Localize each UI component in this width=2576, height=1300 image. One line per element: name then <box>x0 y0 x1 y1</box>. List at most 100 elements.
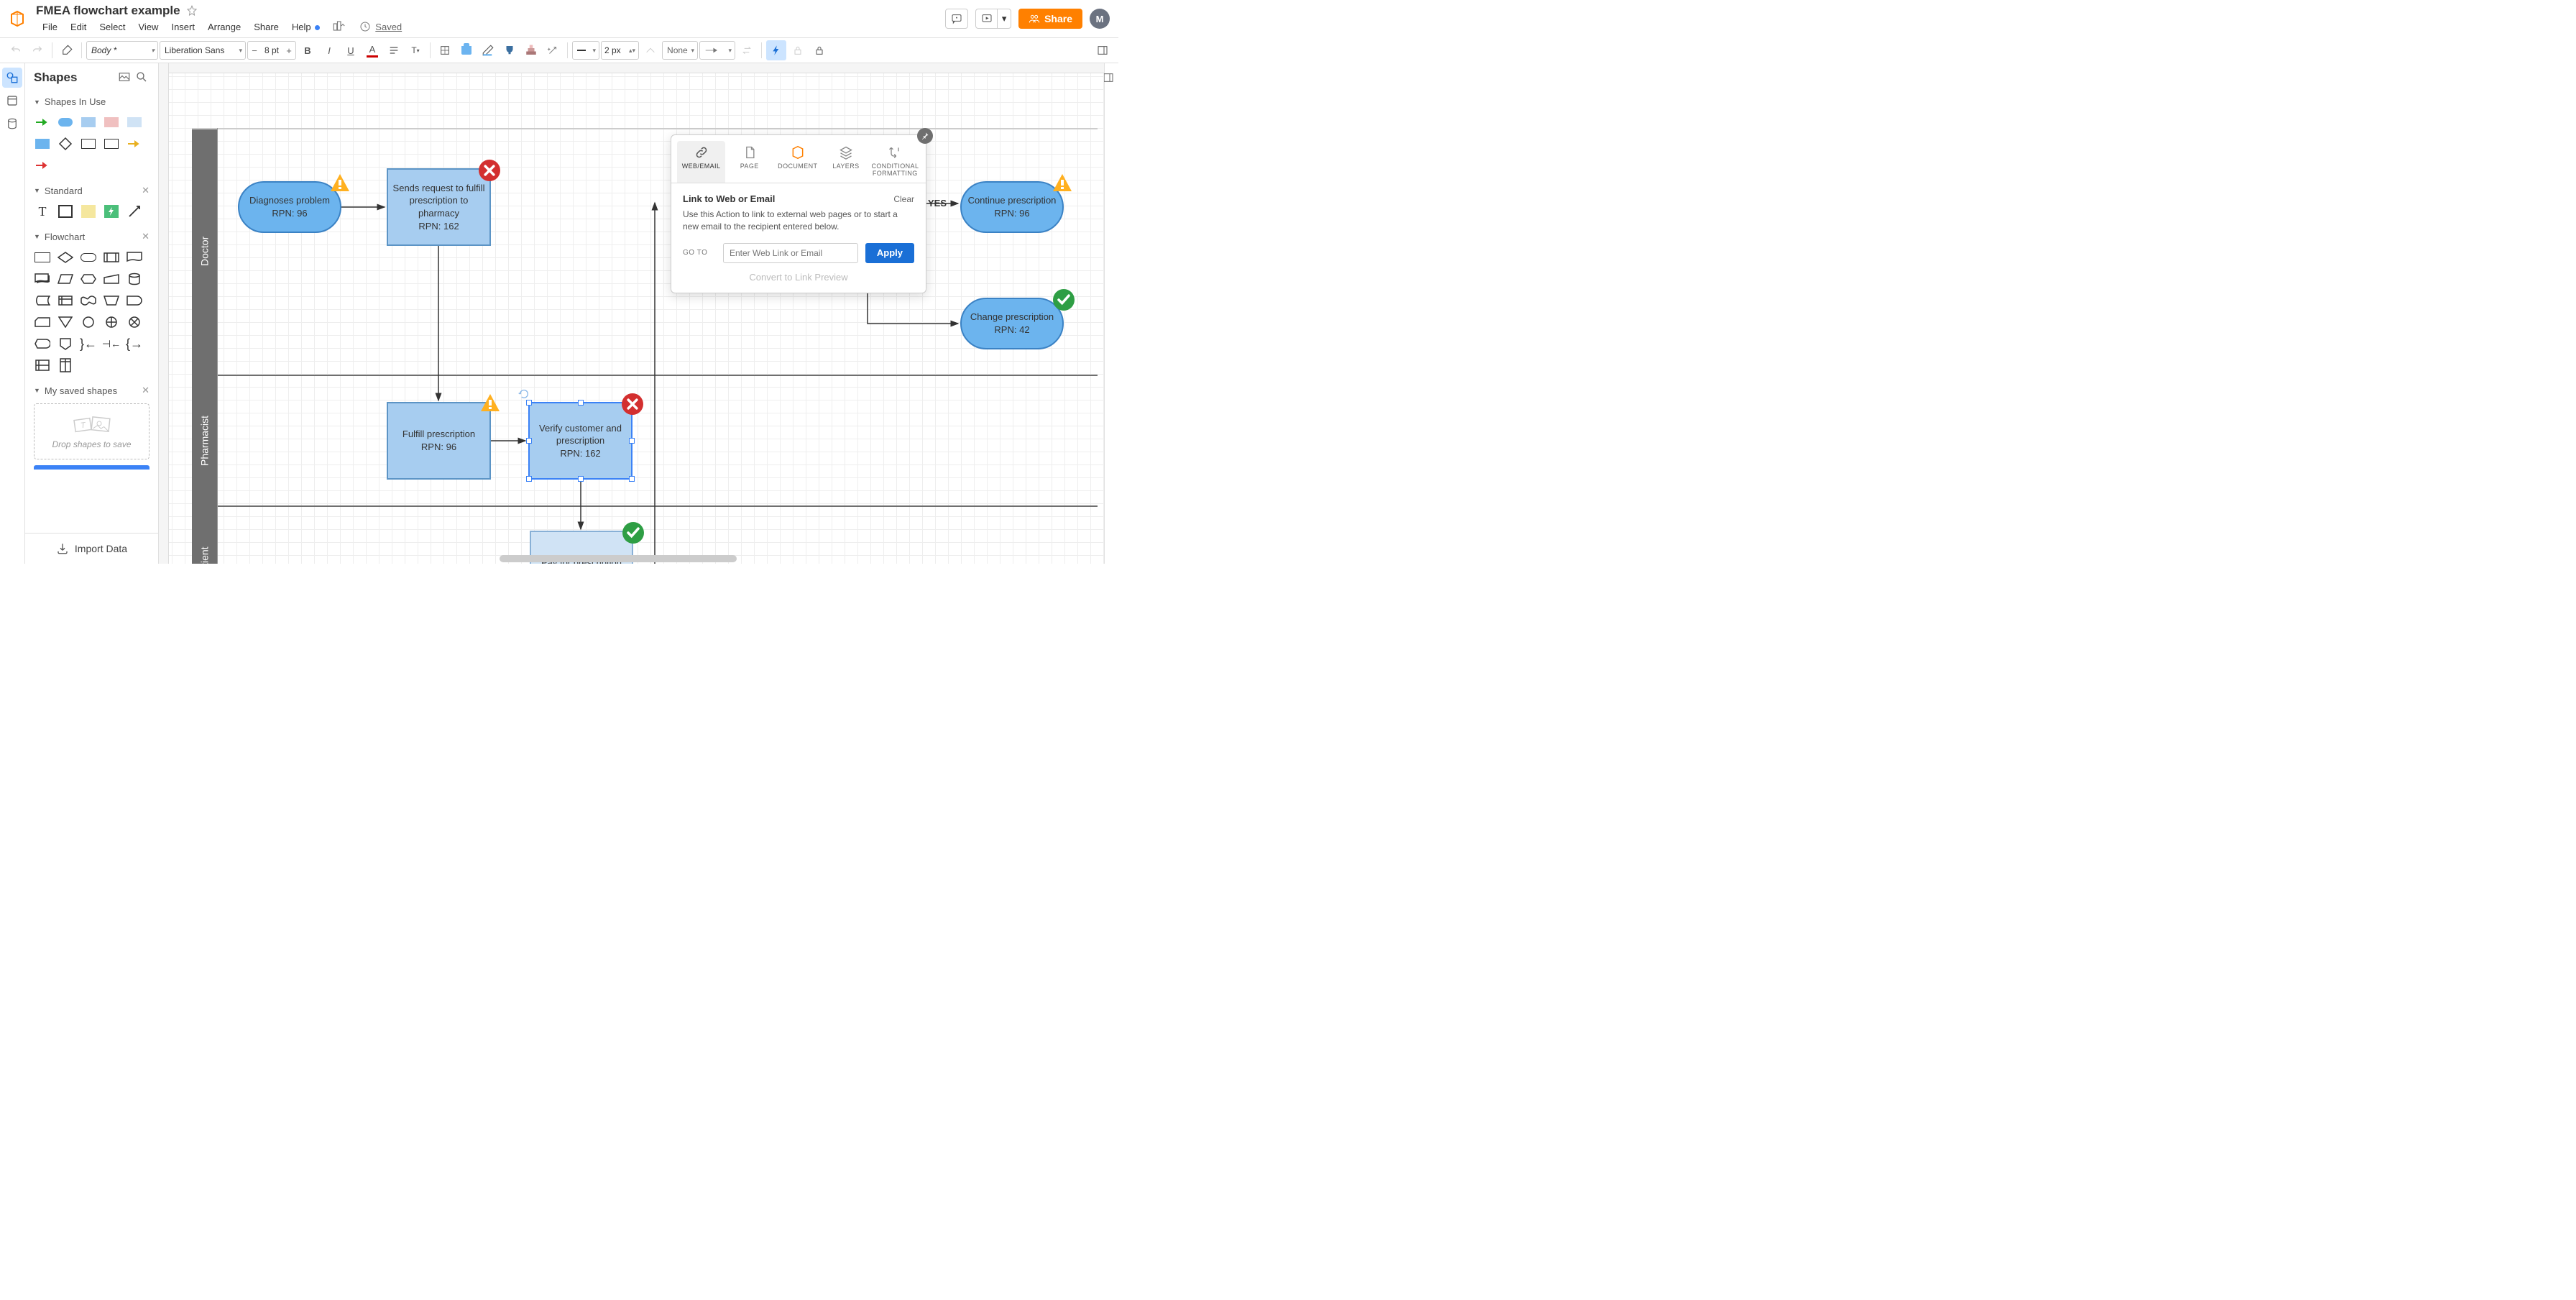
fc-predefined[interactable] <box>103 250 120 265</box>
close-flowchart-icon[interactable]: ✕ <box>142 231 150 242</box>
border-color-button[interactable] <box>478 40 498 60</box>
redo-button[interactable] <box>27 40 47 60</box>
fc-or[interactable] <box>103 314 120 330</box>
comment-button[interactable] <box>945 9 968 29</box>
popover-pin-icon[interactable] <box>917 128 933 144</box>
underline-button[interactable]: U <box>341 40 361 60</box>
align-button[interactable] <box>384 40 404 60</box>
lock-button[interactable] <box>788 40 808 60</box>
menu-insert[interactable]: Insert <box>165 20 201 34</box>
section-shapes-in-use[interactable]: ▼Shapes In Use <box>28 92 155 111</box>
shape-diamond[interactable] <box>57 136 74 152</box>
horizontal-scrollbar[interactable] <box>500 555 737 562</box>
swimlane-pharmacist[interactable]: Pharmacist <box>192 376 217 505</box>
node-diagnose[interactable]: Diagnoses problemRPN: 96 <box>238 181 341 233</box>
popover-url-input[interactable] <box>723 243 858 263</box>
import-data-button[interactable]: Import Data <box>25 533 158 564</box>
line-width-select[interactable]: 2 px▴▾ <box>601 41 639 60</box>
drop-shapes-zone[interactable]: T Drop shapes to save <box>34 403 150 459</box>
favorite-star-icon[interactable] <box>186 5 198 17</box>
section-saved-shapes[interactable]: ▼My saved shapes✕ <box>28 380 155 400</box>
font-style-select[interactable]: Body * <box>86 41 158 60</box>
popover-clear-button[interactable]: Clear <box>893 194 914 204</box>
fc-merge[interactable] <box>57 314 74 330</box>
menu-select[interactable]: Select <box>93 20 132 34</box>
shape-rect-filled[interactable] <box>34 136 51 152</box>
section-flowchart[interactable]: ▼Flowchart✕ <box>28 226 155 247</box>
node-continue[interactable]: Continue prescriptionRPN: 96 <box>960 181 1064 233</box>
shape-line-arrow[interactable] <box>126 203 143 219</box>
fc-manual-input[interactable] <box>103 271 120 287</box>
present-dropdown-icon[interactable]: ▾ <box>998 9 1011 28</box>
rail-shapes-icon[interactable] <box>2 68 22 88</box>
node-change[interactable]: Change prescriptionRPN: 42 <box>960 298 1064 349</box>
shape-rect-blue[interactable] <box>80 114 97 130</box>
swimlane-patient[interactable]: Patient <box>192 507 217 564</box>
font-family-select[interactable]: Liberation Sans <box>160 41 246 60</box>
popover-convert-link[interactable]: Convert to Link Preview <box>683 272 914 283</box>
shape-rect-pink[interactable] <box>103 114 120 130</box>
saved-label[interactable]: Saved <box>375 22 402 32</box>
swap-arrows-button[interactable] <box>737 40 757 60</box>
menu-file[interactable]: File <box>36 20 64 34</box>
shape-terminator-blue[interactable] <box>57 114 74 130</box>
font-size-decrease[interactable]: − <box>248 45 261 56</box>
fc-multidoc[interactable] <box>34 271 51 287</box>
fc-database[interactable] <box>126 271 143 287</box>
sel-handle-w[interactable] <box>526 438 532 444</box>
popover-tab-conditional[interactable]: CONDITIONAL FORMATTING <box>870 141 920 183</box>
document-title[interactable]: FMEA flowchart example <box>36 4 180 18</box>
menu-arrange[interactable]: Arrange <box>201 20 247 34</box>
search-shapes-icon[interactable] <box>135 70 150 85</box>
user-avatar[interactable]: M <box>1090 9 1110 29</box>
magic-button[interactable] <box>543 40 563 60</box>
shape-text[interactable]: T <box>34 203 51 219</box>
font-size-increase[interactable]: + <box>282 45 295 56</box>
canvas[interactable]: Doctor Pharmacist Patient <box>159 63 1104 564</box>
undo-button[interactable] <box>6 40 26 60</box>
menu-view[interactable]: View <box>132 20 165 34</box>
font-color-button[interactable]: A <box>362 40 382 60</box>
node-fulfill[interactable]: Fulfill prescriptionRPN: 96 <box>387 402 491 480</box>
shape-library-icon[interactable] <box>118 70 132 85</box>
paint-format-button[interactable] <box>57 40 77 60</box>
italic-button[interactable]: I <box>319 40 339 60</box>
fill-color-button[interactable] <box>456 40 477 60</box>
shape-rect-outline[interactable] <box>80 136 97 152</box>
fc-brace-left[interactable]: {→ <box>126 336 143 352</box>
present-play-icon[interactable] <box>976 9 998 28</box>
fc-display[interactable] <box>34 336 51 352</box>
fc-offpage[interactable] <box>57 336 74 352</box>
popover-tab-page[interactable]: PAGE <box>725 141 773 183</box>
sel-handle-e[interactable] <box>629 438 635 444</box>
fc-process[interactable] <box>34 250 51 265</box>
fc-decision[interactable] <box>57 250 74 265</box>
fc-preparation[interactable] <box>80 271 97 287</box>
menu-help[interactable]: Help <box>285 20 326 34</box>
popover-tab-layers[interactable]: LAYERS <box>822 141 870 183</box>
line-direction-button[interactable] <box>640 40 661 60</box>
app-logo[interactable] <box>9 10 26 27</box>
fc-manual-op[interactable] <box>103 293 120 308</box>
sel-handle-se[interactable] <box>629 476 635 482</box>
section-standard[interactable]: ▼Standard✕ <box>28 180 155 201</box>
fc-data[interactable] <box>57 271 74 287</box>
fc-document[interactable] <box>126 250 143 265</box>
rail-data-icon[interactable] <box>2 114 22 134</box>
action-lightning-button[interactable] <box>766 40 786 60</box>
fc-terminator[interactable] <box>80 250 97 265</box>
shape-rect-lightblue[interactable] <box>126 114 143 130</box>
line-style-select[interactable] <box>572 41 599 60</box>
menu-edit[interactable]: Edit <box>64 20 93 34</box>
fc-summing[interactable] <box>126 314 143 330</box>
fc-tape[interactable] <box>80 293 97 308</box>
sel-handle-n[interactable] <box>578 400 584 406</box>
shape-green-arrow[interactable] <box>34 114 51 130</box>
fc-swimlane-h[interactable] <box>34 357 51 373</box>
close-saved-icon[interactable]: ✕ <box>142 385 150 396</box>
fc-internal-storage[interactable] <box>57 293 74 308</box>
popover-apply-button[interactable]: Apply <box>865 243 914 263</box>
arrow-end-select[interactable] <box>699 41 735 60</box>
gradient-button[interactable] <box>521 40 541 60</box>
menu-share[interactable]: Share <box>247 20 285 34</box>
